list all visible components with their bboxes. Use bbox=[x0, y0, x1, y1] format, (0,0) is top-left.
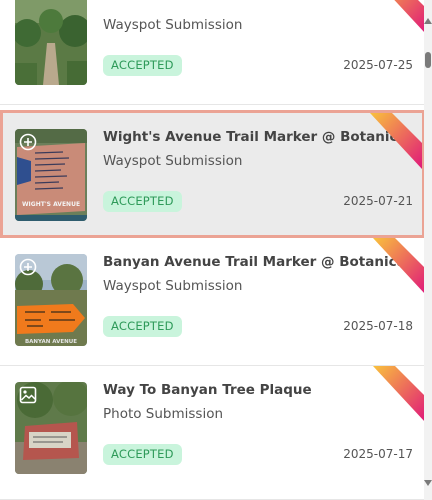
status-badge: ACCEPTED bbox=[103, 55, 182, 76]
status-badge: ACCEPTED bbox=[103, 191, 182, 212]
scrollbar[interactable] bbox=[424, 0, 432, 500]
status-badge: ACCEPTED bbox=[103, 444, 182, 465]
submission-card-selected[interactable]: WIGHT'S AVENUE Wight's Avenue Trail Mark… bbox=[0, 110, 425, 238]
submission-title: Way To Banyan Tree Plaque bbox=[103, 382, 312, 398]
scroll-down-arrow-icon[interactable] bbox=[424, 478, 432, 488]
corner-ribbon-icon bbox=[370, 113, 422, 169]
submission-thumbnail bbox=[15, 0, 87, 85]
corner-ribbon-icon bbox=[373, 238, 425, 294]
garden-path-photo bbox=[15, 0, 87, 85]
submission-type: Photo Submission bbox=[103, 406, 224, 422]
submission-date: 2025-07-21 bbox=[343, 194, 413, 208]
submission-thumbnail: BANYAN AVENUE bbox=[15, 254, 87, 346]
plus-circle-icon bbox=[19, 133, 37, 151]
plus-circle-icon bbox=[19, 258, 37, 276]
corner-ribbon-icon bbox=[373, 366, 425, 422]
image-icon bbox=[19, 386, 37, 404]
status-badge: ACCEPTED bbox=[103, 316, 182, 337]
submission-type: Wayspot Submission bbox=[103, 153, 243, 169]
scroll-up-arrow-icon[interactable] bbox=[424, 16, 432, 26]
submission-thumbnail bbox=[15, 382, 87, 474]
submission-card[interactable]: Wayspot Submission ACCEPTED 2025-07-25 bbox=[0, 0, 425, 105]
submission-list: Wayspot Submission ACCEPTED 2025-07-25 W… bbox=[0, 0, 425, 500]
scrollbar-thumb[interactable] bbox=[425, 52, 431, 68]
submission-type: Wayspot Submission bbox=[103, 17, 243, 33]
thumb-caption: WIGHT'S AVENUE bbox=[22, 201, 80, 208]
submission-date: 2025-07-17 bbox=[343, 447, 413, 461]
submission-date: 2025-07-18 bbox=[343, 319, 413, 333]
submission-card[interactable]: Way To Banyan Tree Plaque Photo Submissi… bbox=[0, 366, 425, 500]
submission-card[interactable]: BANYAN AVENUE Banyan Avenue Trail Marker… bbox=[0, 238, 425, 366]
submission-thumbnail: WIGHT'S AVENUE bbox=[15, 129, 87, 221]
thumb-caption: BANYAN AVENUE bbox=[25, 339, 77, 345]
corner-ribbon-icon bbox=[394, 0, 425, 33]
submission-title: Wight's Avenue Trail Marker @ Botanical … bbox=[103, 129, 403, 145]
submission-type: Wayspot Submission bbox=[103, 278, 243, 294]
submission-date: 2025-07-25 bbox=[343, 58, 413, 72]
submission-title: Banyan Avenue Trail Marker @ Botanical G… bbox=[103, 254, 403, 270]
